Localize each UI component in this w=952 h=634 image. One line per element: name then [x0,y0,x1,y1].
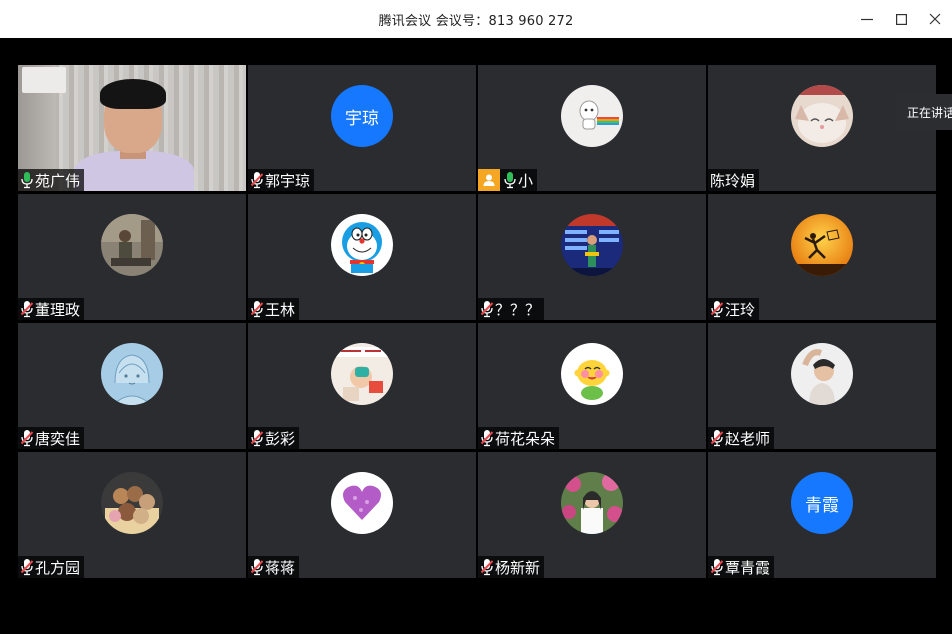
close-icon [929,13,941,25]
participant-name: ？？？ [495,300,541,319]
avatar [331,214,393,276]
participant-name: 王林 [265,300,296,319]
avatar: 青霞 [791,472,853,534]
participant-label: 王林 [248,298,300,320]
mic-muted-icon [710,559,724,576]
participant-label: 苑广伟 [18,169,85,191]
host-icon [478,169,500,191]
avatar [331,472,393,534]
mic-muted-icon [250,430,264,447]
participant-tile[interactable]: 赵老师 [708,323,936,449]
participant-tile[interactable]: ？？？ [478,194,706,320]
mic-muted-icon [710,301,724,318]
participant-label: ？？？ [478,298,545,320]
mic-muted-icon [480,301,494,318]
close-button[interactable] [918,0,952,38]
participant-label: 唐奕佳 [18,427,85,449]
mic-on-icon [21,172,33,189]
participant-name: 覃青霞 [725,558,771,577]
participant-tile[interactable]: 唐奕佳 [18,323,246,449]
participant-tile[interactable]: 王林 [248,194,476,320]
participant-label: 汪玲 [708,298,760,320]
title-bar: 腾讯会议 会议号：813 960 272 [0,0,952,38]
avatar [561,343,623,405]
participant-name: 孔方园 [35,558,81,577]
avatar [331,343,393,405]
window-controls [850,0,952,38]
participant-label: 彭彩 [248,427,300,449]
participant-label: 覃青霞 [708,556,775,578]
avatar [101,472,163,534]
avatar [791,343,853,405]
participant-tile[interactable]: 汪玲 [708,194,936,320]
participant-label: 荷花朵朵 [478,427,560,449]
avatar [561,85,623,147]
avatar [101,343,163,405]
participant-tile[interactable]: 小 [478,65,706,191]
participant-label: 陈玲娟 [708,169,760,191]
avatar-initials: 宇琼 [345,108,379,129]
participant-label: 杨新新 [478,556,545,578]
mic-muted-icon [250,301,264,318]
mic-muted-icon [480,430,494,447]
participant-tile[interactable]: 苑广伟 [18,65,246,191]
participant-label: 孔方园 [18,556,85,578]
maximize-button[interactable] [884,0,918,38]
participant-name: 杨新新 [495,558,541,577]
participant-name: 赵老师 [725,429,771,448]
participant-name: 唐奕佳 [35,429,81,448]
participant-tile[interactable]: 蒋蒋 [248,452,476,578]
window-title: 腾讯会议 会议号：813 960 272 [378,13,574,29]
avatar [561,472,623,534]
participant-name: 陈玲娟 [710,171,756,190]
participant-label: 赵老师 [708,427,775,449]
participant-name: 苑广伟 [35,171,81,190]
mic-muted-icon [20,559,34,576]
participant-name: 彭彩 [265,429,296,448]
minimize-icon [861,18,873,21]
mic-on-icon [504,172,516,189]
participant-name: 董理政 [35,300,81,319]
mic-muted-icon [20,430,34,447]
participant-tile[interactable]: 孔方园 [18,452,246,578]
participant-name: 小 [518,171,534,190]
participant-tile[interactable]: 董理政 [18,194,246,320]
participant-label: 蒋蒋 [248,556,300,578]
participant-tile[interactable]: 宇琼郭宇琼 [248,65,476,191]
participant-name: 蒋蒋 [265,558,296,577]
avatar [791,85,853,147]
participant-tile[interactable]: 荷花朵朵 [478,323,706,449]
minimize-button[interactable] [850,0,884,38]
avatar-initials: 青霞 [805,495,839,516]
participant-tile[interactable]: 杨新新 [478,452,706,578]
participant-label: 董理政 [18,298,85,320]
participant-label: 郭宇琼 [248,169,315,191]
maximize-icon [895,13,907,25]
speaking-tooltip: 正在讲话 [896,94,952,130]
participant-label: 小 [478,169,538,191]
video-grid: 苑广伟 宇琼 郭宇琼小陈玲娟 董理政 王林？？？ 汪玲 唐奕佳 彭彩 荷花朵朵 赵老师 孔方园 蒋蒋杨… [0,38,952,634]
avatar [791,214,853,276]
participant-name: 郭宇琼 [265,171,311,190]
mic-muted-icon [250,559,264,576]
participant-tile[interactable]: 青霞覃青霞 [708,452,936,578]
participant-name: 荷花朵朵 [495,429,556,448]
avatar [101,214,163,276]
mic-muted-icon [250,172,264,189]
participant-name: 汪玲 [725,300,756,319]
mic-muted-icon [710,430,724,447]
mic-muted-icon [20,301,34,318]
participant-tile[interactable]: 彭彩 [248,323,476,449]
mic-muted-icon [480,559,494,576]
avatar [561,214,623,276]
avatar: 宇琼 [331,85,393,147]
